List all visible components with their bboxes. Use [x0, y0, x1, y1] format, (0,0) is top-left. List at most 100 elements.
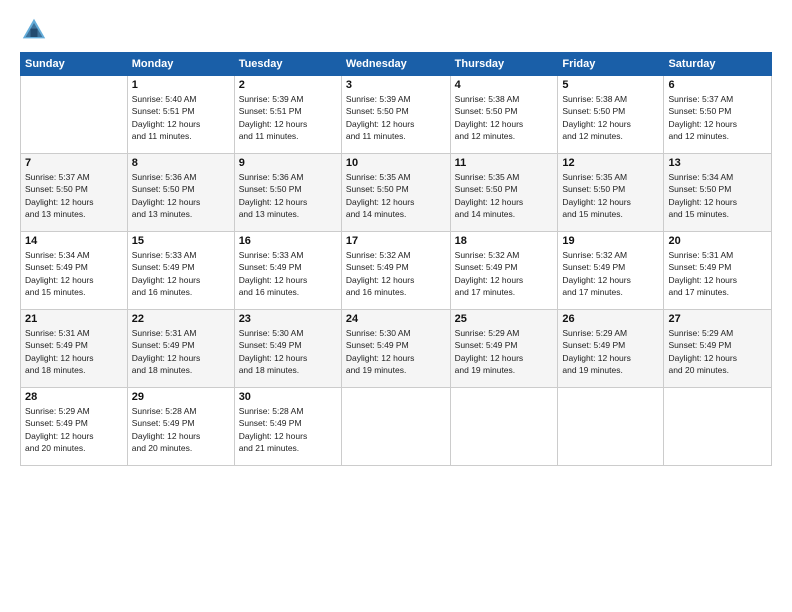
day-number: 1: [132, 79, 230, 91]
day-number: 3: [346, 79, 446, 91]
calendar-cell: 29Sunrise: 5:28 AMSunset: 5:49 PMDayligh…: [127, 388, 234, 466]
day-number: 12: [562, 157, 659, 169]
weekday-header-wednesday: Wednesday: [341, 53, 450, 76]
day-info: Sunrise: 5:37 AMSunset: 5:50 PMDaylight:…: [25, 171, 123, 220]
calendar-cell: 7 Sunrise: 5:37 AMSunset: 5:50 PMDaylight…: [21, 154, 128, 232]
day-info: Sunrise: 5:36 AMSunset: 5:50 PMDaylight:…: [132, 171, 230, 220]
day-number: 27: [668, 313, 767, 325]
calendar-body: 1 Sunrise: 5:40 AMSunset: 5:51 PMDaylight…: [21, 76, 772, 466]
weekday-header-thursday: Thursday: [450, 53, 558, 76]
day-info: Sunrise: 5:38 AMSunset: 5:50 PMDaylight:…: [455, 93, 554, 142]
calendar-cell: [341, 388, 450, 466]
calendar-cell: 5Sunrise: 5:38 AMSunset: 5:50 PMDaylight…: [558, 76, 664, 154]
day-info: Sunrise: 5:32 AMSunset: 5:49 PMDaylight:…: [455, 249, 554, 298]
calendar-cell: 27 Sunrise: 5:29 AMSunset: 5:49 PMDayligh…: [664, 310, 772, 388]
calendar-cell: 11 Sunrise: 5:35 AMSunset: 5:50 PMDayligh…: [450, 154, 558, 232]
weekday-header-monday: Monday: [127, 53, 234, 76]
day-number: 2: [239, 79, 337, 91]
day-info: Sunrise: 5:31 AMSunset: 5:49 PMDaylight:…: [668, 249, 767, 298]
calendar-cell: 15 Sunrise: 5:33 AMSunset: 5:49 PMDayligh…: [127, 232, 234, 310]
day-info: Sunrise: 5:39 AMSunset: 5:51 PMDaylight:…: [239, 93, 337, 142]
calendar-cell: 13Sunrise: 5:34 AMSunset: 5:50 PMDayligh…: [664, 154, 772, 232]
day-number: 14: [25, 235, 123, 247]
day-info: Sunrise: 5:29 AMSunset: 5:49 PMDaylight:…: [25, 405, 123, 454]
calendar-cell: 20 Sunrise: 5:31 AMSunset: 5:49 PMDayligh…: [664, 232, 772, 310]
calendar-cell: 4Sunrise: 5:38 AMSunset: 5:50 PMDaylight…: [450, 76, 558, 154]
calendar-cell: 19 Sunrise: 5:32 AMSunset: 5:49 PMDayligh…: [558, 232, 664, 310]
day-info: Sunrise: 5:34 AMSunset: 5:50 PMDaylight:…: [668, 171, 767, 220]
calendar-cell: 17 Sunrise: 5:32 AMSunset: 5:49 PMDayligh…: [341, 232, 450, 310]
day-info: Sunrise: 5:38 AMSunset: 5:50 PMDaylight:…: [562, 93, 659, 142]
calendar-cell: 23 Sunrise: 5:30 AMSunset: 5:49 PMDayligh…: [234, 310, 341, 388]
day-info: Sunrise: 5:37 AMSunset: 5:50 PMDaylight:…: [668, 93, 767, 142]
day-number: 23: [239, 313, 337, 325]
calendar-week-5: 28 Sunrise: 5:29 AMSunset: 5:49 PMDayligh…: [21, 388, 772, 466]
calendar-cell: [558, 388, 664, 466]
day-number: 19: [562, 235, 659, 247]
day-info: Sunrise: 5:35 AMSunset: 5:50 PMDaylight:…: [562, 171, 659, 220]
day-info: Sunrise: 5:28 AMSunset: 5:49 PMDaylight:…: [239, 405, 337, 454]
day-number: 16: [239, 235, 337, 247]
day-number: 17: [346, 235, 446, 247]
day-number: 21: [25, 313, 123, 325]
day-number: 7: [25, 157, 123, 169]
day-info: Sunrise: 5:29 AMSunset: 5:49 PMDaylight:…: [455, 327, 554, 376]
day-info: Sunrise: 5:30 AMSunset: 5:49 PMDaylight:…: [346, 327, 446, 376]
day-number: 26: [562, 313, 659, 325]
day-number: 9: [239, 157, 337, 169]
day-number: 30: [239, 391, 337, 403]
day-info: Sunrise: 5:36 AMSunset: 5:50 PMDaylight:…: [239, 171, 337, 220]
day-info: Sunrise: 5:32 AMSunset: 5:49 PMDaylight:…: [562, 249, 659, 298]
calendar-week-1: 1 Sunrise: 5:40 AMSunset: 5:51 PMDaylight…: [21, 76, 772, 154]
calendar-cell: [450, 388, 558, 466]
calendar-cell: 24 Sunrise: 5:30 AMSunset: 5:49 PMDayligh…: [341, 310, 450, 388]
calendar-cell: 8 Sunrise: 5:36 AMSunset: 5:50 PMDaylight…: [127, 154, 234, 232]
weekday-header-row: SundayMondayTuesdayWednesdayThursdayFrid…: [21, 53, 772, 76]
weekday-header-tuesday: Tuesday: [234, 53, 341, 76]
calendar-cell: 9 Sunrise: 5:36 AMSunset: 5:50 PMDaylight…: [234, 154, 341, 232]
day-number: 24: [346, 313, 446, 325]
day-number: 11: [455, 157, 554, 169]
weekday-header-friday: Friday: [558, 53, 664, 76]
day-number: 8: [132, 157, 230, 169]
calendar-cell: 25 Sunrise: 5:29 AMSunset: 5:49 PMDayligh…: [450, 310, 558, 388]
calendar-cell: 6 Sunrise: 5:37 AMSunset: 5:50 PMDaylight…: [664, 76, 772, 154]
calendar-cell: 10Sunrise: 5:35 AMSunset: 5:50 PMDayligh…: [341, 154, 450, 232]
calendar-cell: 1 Sunrise: 5:40 AMSunset: 5:51 PMDaylight…: [127, 76, 234, 154]
calendar-cell: 12 Sunrise: 5:35 AMSunset: 5:50 PMDayligh…: [558, 154, 664, 232]
calendar-week-2: 7 Sunrise: 5:37 AMSunset: 5:50 PMDaylight…: [21, 154, 772, 232]
day-info: Sunrise: 5:29 AMSunset: 5:49 PMDaylight:…: [668, 327, 767, 376]
calendar-cell: 2 Sunrise: 5:39 AMSunset: 5:51 PMDaylight…: [234, 76, 341, 154]
day-info: Sunrise: 5:33 AMSunset: 5:49 PMDaylight:…: [239, 249, 337, 298]
page: SundayMondayTuesdayWednesdayThursdayFrid…: [0, 0, 792, 612]
day-number: 28: [25, 391, 123, 403]
weekday-header-sunday: Sunday: [21, 53, 128, 76]
calendar-week-4: 21 Sunrise: 5:31 AMSunset: 5:49 PMDayligh…: [21, 310, 772, 388]
calendar-cell: 26 Sunrise: 5:29 AMSunset: 5:49 PMDayligh…: [558, 310, 664, 388]
calendar-cell: 30 Sunrise: 5:28 AMSunset: 5:49 PMDayligh…: [234, 388, 341, 466]
day-number: 22: [132, 313, 230, 325]
calendar-week-3: 14 Sunrise: 5:34 AMSunset: 5:49 PMDayligh…: [21, 232, 772, 310]
day-info: Sunrise: 5:35 AMSunset: 5:50 PMDaylight:…: [455, 171, 554, 220]
day-info: Sunrise: 5:30 AMSunset: 5:49 PMDaylight:…: [239, 327, 337, 376]
calendar-cell: 21 Sunrise: 5:31 AMSunset: 5:49 PMDayligh…: [21, 310, 128, 388]
calendar-cell: [21, 76, 128, 154]
day-number: 15: [132, 235, 230, 247]
calendar-table: SundayMondayTuesdayWednesdayThursdayFrid…: [20, 52, 772, 466]
day-info: Sunrise: 5:40 AMSunset: 5:51 PMDaylight:…: [132, 93, 230, 142]
weekday-header-saturday: Saturday: [664, 53, 772, 76]
calendar-cell: 3Sunrise: 5:39 AMSunset: 5:50 PMDaylight…: [341, 76, 450, 154]
day-info: Sunrise: 5:31 AMSunset: 5:49 PMDaylight:…: [132, 327, 230, 376]
calendar-cell: 18Sunrise: 5:32 AMSunset: 5:49 PMDayligh…: [450, 232, 558, 310]
day-info: Sunrise: 5:29 AMSunset: 5:49 PMDaylight:…: [562, 327, 659, 376]
day-number: 10: [346, 157, 446, 169]
day-info: Sunrise: 5:31 AMSunset: 5:49 PMDaylight:…: [25, 327, 123, 376]
header: [20, 16, 772, 44]
day-number: 25: [455, 313, 554, 325]
day-info: Sunrise: 5:32 AMSunset: 5:49 PMDaylight:…: [346, 249, 446, 298]
day-info: Sunrise: 5:33 AMSunset: 5:49 PMDaylight:…: [132, 249, 230, 298]
day-number: 6: [668, 79, 767, 91]
day-number: 20: [668, 235, 767, 247]
day-info: Sunrise: 5:34 AMSunset: 5:49 PMDaylight:…: [25, 249, 123, 298]
calendar-cell: 22 Sunrise: 5:31 AMSunset: 5:49 PMDayligh…: [127, 310, 234, 388]
